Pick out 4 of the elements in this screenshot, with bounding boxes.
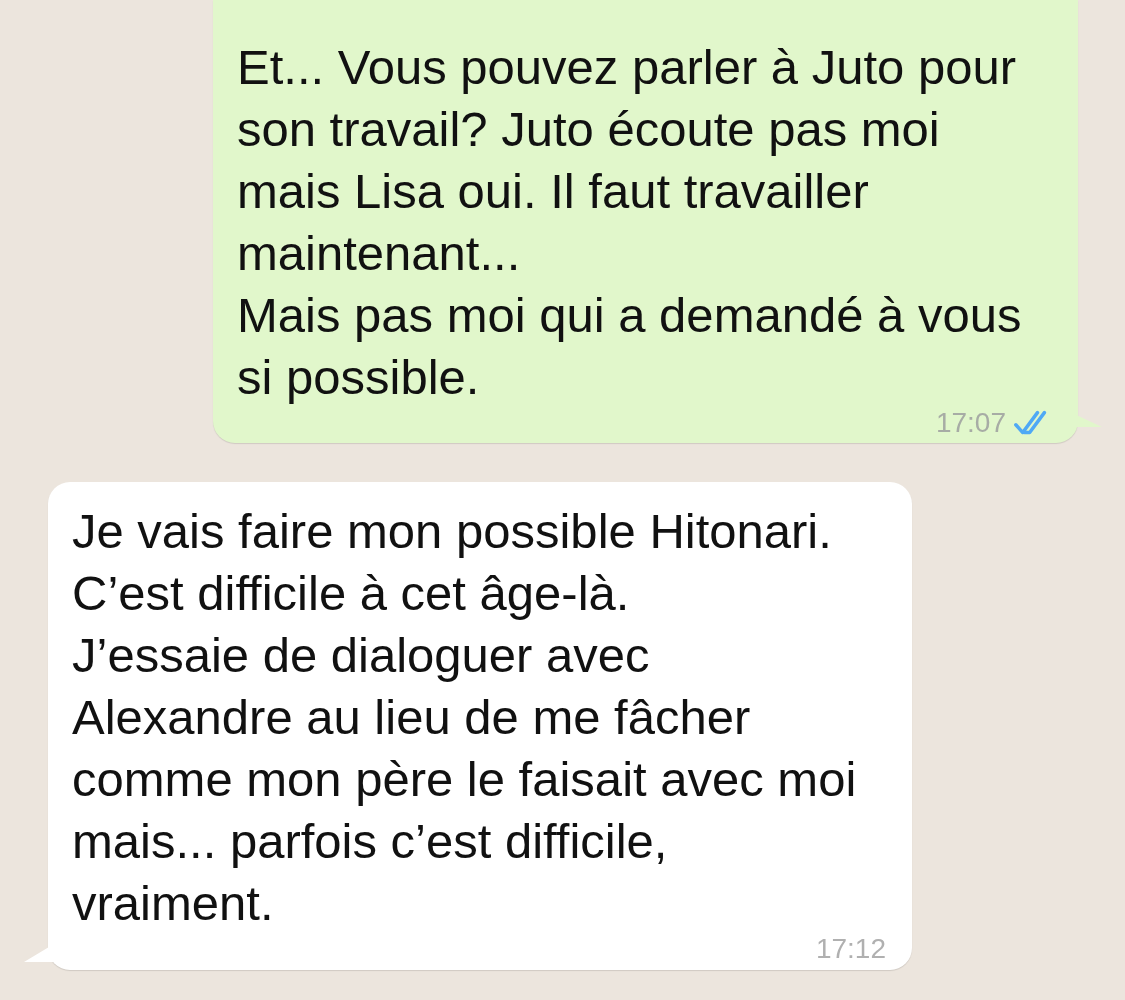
message-time: 17:12 — [815, 933, 886, 965]
message-text: Je vais faire mon possible Hitonari. C’est difficile à cet âge-là. J’essaie de dialoguer avec Alexandre au lieu de me fâcher comme mon père le faisait avec moi mais... parfois c’est difficile, vraiment. — [72, 503, 857, 932]
message-time: 17:07 — [935, 407, 1006, 439]
message-text: Et... Vous pouvez parler à Juto pour son travail? Juto écoute pas moi mais Lisa oui. Il faut travailler maintenant... Mais pas moi qui a demandé à vous si possible. — [237, 39, 1022, 406]
